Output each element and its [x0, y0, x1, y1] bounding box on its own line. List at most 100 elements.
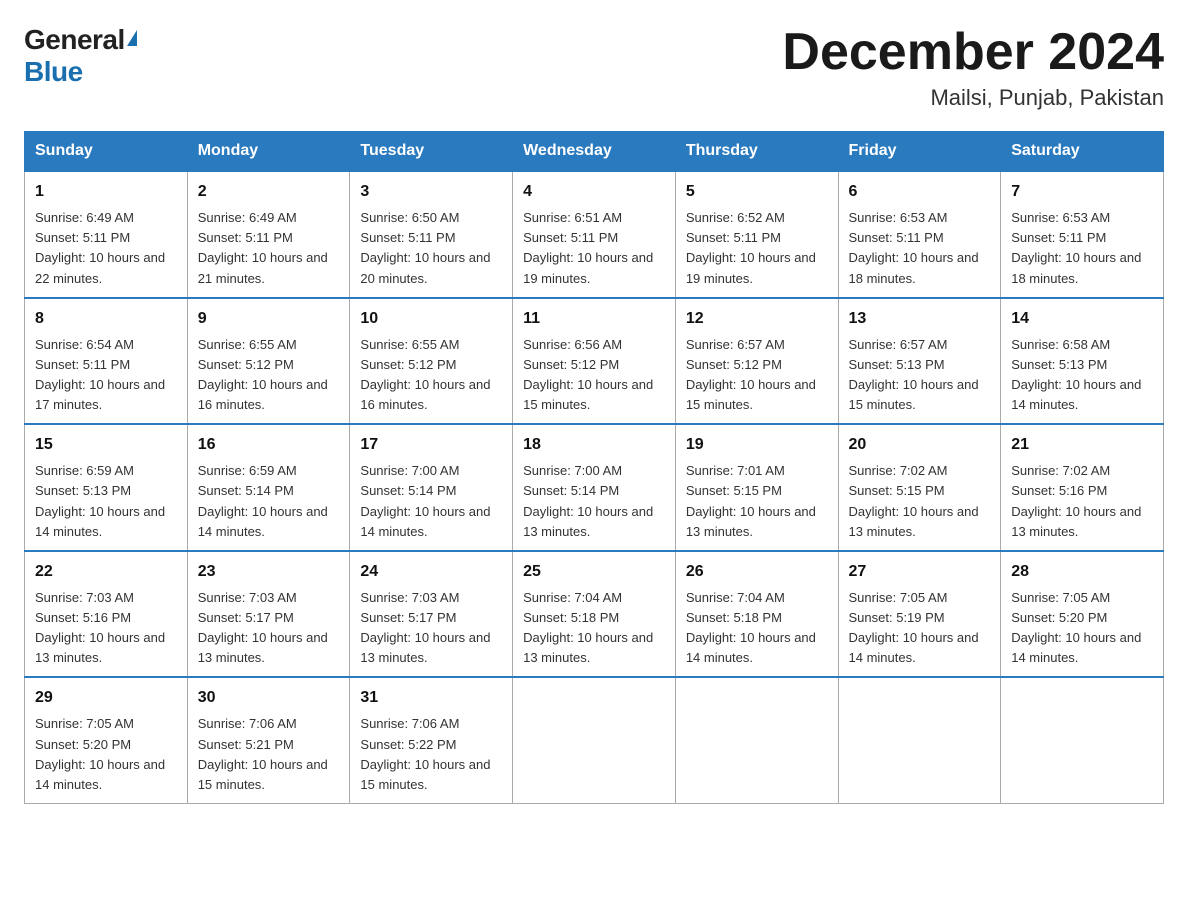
calendar-cell: 1 Sunrise: 6:49 AMSunset: 5:11 PMDaylight…	[25, 171, 188, 298]
day-info: Sunrise: 7:05 AMSunset: 5:19 PMDaylight:…	[849, 588, 991, 669]
day-info: Sunrise: 6:55 AMSunset: 5:12 PMDaylight:…	[198, 335, 340, 416]
calendar-cell: 12Sunrise: 6:57 AMSunset: 5:12 PMDayligh…	[675, 298, 838, 425]
day-number: 15	[35, 433, 177, 457]
calendar-cell: 21 Sunrise: 7:02 AMSunset: 5:16 PMDayligh…	[1001, 424, 1164, 551]
logo-blue-text: Blue	[24, 56, 83, 87]
day-number: 7	[1011, 180, 1153, 204]
calendar-header-wednesday: Wednesday	[513, 132, 676, 172]
day-info: Sunrise: 6:52 AMSunset: 5:11 PMDaylight:…	[686, 208, 828, 289]
day-info: Sunrise: 6:58 AMSunset: 5:13 PMDaylight:…	[1011, 335, 1153, 416]
day-info: Sunrise: 6:51 AMSunset: 5:11 PMDaylight:…	[523, 208, 665, 289]
calendar-header-saturday: Saturday	[1001, 132, 1164, 172]
calendar-cell: 25 Sunrise: 7:04 AMSunset: 5:18 PMDayligh…	[513, 551, 676, 678]
calendar-cell: 24 Sunrise: 7:03 AMSunset: 5:17 PMDayligh…	[350, 551, 513, 678]
day-number: 3	[360, 180, 502, 204]
day-info: Sunrise: 7:02 AMSunset: 5:16 PMDaylight:…	[1011, 461, 1153, 542]
calendar-cell: 11Sunrise: 6:56 AMSunset: 5:12 PMDayligh…	[513, 298, 676, 425]
day-number: 8	[35, 307, 177, 331]
day-number: 1	[35, 180, 177, 204]
location-subtitle: Mailsi, Punjab, Pakistan	[782, 85, 1164, 111]
day-info: Sunrise: 7:04 AMSunset: 5:18 PMDaylight:…	[523, 588, 665, 669]
title-block: December 2024 Mailsi, Punjab, Pakistan	[782, 24, 1164, 111]
day-number: 20	[849, 433, 991, 457]
day-number: 14	[1011, 307, 1153, 331]
calendar-cell: 16 Sunrise: 6:59 AMSunset: 5:14 PMDayligh…	[187, 424, 350, 551]
calendar-cell: 7 Sunrise: 6:53 AMSunset: 5:11 PMDaylight…	[1001, 171, 1164, 298]
day-number: 23	[198, 560, 340, 584]
day-info: Sunrise: 6:53 AMSunset: 5:11 PMDaylight:…	[1011, 208, 1153, 289]
day-number: 9	[198, 307, 340, 331]
day-number: 12	[686, 307, 828, 331]
day-info: Sunrise: 7:03 AMSunset: 5:17 PMDaylight:…	[198, 588, 340, 669]
calendar-cell	[838, 677, 1001, 803]
day-info: Sunrise: 7:00 AMSunset: 5:14 PMDaylight:…	[360, 461, 502, 542]
calendar-cell: 10Sunrise: 6:55 AMSunset: 5:12 PMDayligh…	[350, 298, 513, 425]
calendar-header-sunday: Sunday	[25, 132, 188, 172]
day-number: 4	[523, 180, 665, 204]
calendar-cell: 19Sunrise: 7:01 AMSunset: 5:15 PMDayligh…	[675, 424, 838, 551]
day-info: Sunrise: 7:06 AMSunset: 5:22 PMDaylight:…	[360, 714, 502, 795]
calendar-header-monday: Monday	[187, 132, 350, 172]
month-year-title: December 2024	[782, 24, 1164, 81]
day-info: Sunrise: 6:57 AMSunset: 5:13 PMDaylight:…	[849, 335, 991, 416]
calendar-header-row: SundayMondayTuesdayWednesdayThursdayFrid…	[25, 132, 1164, 172]
calendar-cell: 17 Sunrise: 7:00 AMSunset: 5:14 PMDayligh…	[350, 424, 513, 551]
day-info: Sunrise: 6:53 AMSunset: 5:11 PMDaylight:…	[849, 208, 991, 289]
day-info: Sunrise: 7:00 AMSunset: 5:14 PMDaylight:…	[523, 461, 665, 542]
day-number: 5	[686, 180, 828, 204]
calendar-cell: 5 Sunrise: 6:52 AMSunset: 5:11 PMDaylight…	[675, 171, 838, 298]
day-number: 2	[198, 180, 340, 204]
calendar-cell: 14 Sunrise: 6:58 AMSunset: 5:13 PMDayligh…	[1001, 298, 1164, 425]
calendar-cell: 31 Sunrise: 7:06 AMSunset: 5:22 PMDayligh…	[350, 677, 513, 803]
day-number: 6	[849, 180, 991, 204]
logo: General Blue	[24, 24, 137, 88]
calendar-week-4: 22 Sunrise: 7:03 AMSunset: 5:16 PMDayligh…	[25, 551, 1164, 678]
calendar-cell: 2 Sunrise: 6:49 AMSunset: 5:11 PMDaylight…	[187, 171, 350, 298]
day-info: Sunrise: 6:59 AMSunset: 5:14 PMDaylight:…	[198, 461, 340, 542]
calendar-cell: 4 Sunrise: 6:51 AMSunset: 5:11 PMDaylight…	[513, 171, 676, 298]
calendar-header-thursday: Thursday	[675, 132, 838, 172]
day-number: 31	[360, 686, 502, 710]
calendar-cell	[675, 677, 838, 803]
day-number: 22	[35, 560, 177, 584]
day-info: Sunrise: 6:49 AMSunset: 5:11 PMDaylight:…	[198, 208, 340, 289]
day-number: 17	[360, 433, 502, 457]
day-info: Sunrise: 7:01 AMSunset: 5:15 PMDaylight:…	[686, 461, 828, 542]
day-info: Sunrise: 6:49 AMSunset: 5:11 PMDaylight:…	[35, 208, 177, 289]
day-number: 21	[1011, 433, 1153, 457]
day-info: Sunrise: 6:55 AMSunset: 5:12 PMDaylight:…	[360, 335, 502, 416]
calendar-cell: 6 Sunrise: 6:53 AMSunset: 5:11 PMDaylight…	[838, 171, 1001, 298]
calendar-cell: 23 Sunrise: 7:03 AMSunset: 5:17 PMDayligh…	[187, 551, 350, 678]
day-number: 25	[523, 560, 665, 584]
day-info: Sunrise: 6:50 AMSunset: 5:11 PMDaylight:…	[360, 208, 502, 289]
day-info: Sunrise: 7:02 AMSunset: 5:15 PMDaylight:…	[849, 461, 991, 542]
logo-triangle-icon	[127, 30, 137, 46]
calendar-cell	[513, 677, 676, 803]
calendar-cell: 20 Sunrise: 7:02 AMSunset: 5:15 PMDayligh…	[838, 424, 1001, 551]
day-number: 13	[849, 307, 991, 331]
day-number: 11	[523, 307, 665, 331]
day-number: 24	[360, 560, 502, 584]
day-number: 28	[1011, 560, 1153, 584]
day-info: Sunrise: 7:05 AMSunset: 5:20 PMDaylight:…	[35, 714, 177, 795]
calendar-cell: 22 Sunrise: 7:03 AMSunset: 5:16 PMDayligh…	[25, 551, 188, 678]
calendar-header-tuesday: Tuesday	[350, 132, 513, 172]
calendar-week-5: 29 Sunrise: 7:05 AMSunset: 5:20 PMDayligh…	[25, 677, 1164, 803]
day-number: 29	[35, 686, 177, 710]
day-info: Sunrise: 7:03 AMSunset: 5:16 PMDaylight:…	[35, 588, 177, 669]
day-number: 16	[198, 433, 340, 457]
calendar-cell: 26Sunrise: 7:04 AMSunset: 5:18 PMDayligh…	[675, 551, 838, 678]
day-info: Sunrise: 6:54 AMSunset: 5:11 PMDaylight:…	[35, 335, 177, 416]
day-info: Sunrise: 7:03 AMSunset: 5:17 PMDaylight:…	[360, 588, 502, 669]
logo-general-text: General	[24, 24, 125, 56]
day-info: Sunrise: 7:06 AMSunset: 5:21 PMDaylight:…	[198, 714, 340, 795]
calendar-cell: 28Sunrise: 7:05 AMSunset: 5:20 PMDayligh…	[1001, 551, 1164, 678]
calendar-week-1: 1 Sunrise: 6:49 AMSunset: 5:11 PMDaylight…	[25, 171, 1164, 298]
day-number: 26	[686, 560, 828, 584]
calendar-cell: 27Sunrise: 7:05 AMSunset: 5:19 PMDayligh…	[838, 551, 1001, 678]
calendar-header-friday: Friday	[838, 132, 1001, 172]
calendar-table: SundayMondayTuesdayWednesdayThursdayFrid…	[24, 131, 1164, 804]
day-info: Sunrise: 6:59 AMSunset: 5:13 PMDaylight:…	[35, 461, 177, 542]
calendar-cell: 29 Sunrise: 7:05 AMSunset: 5:20 PMDayligh…	[25, 677, 188, 803]
page-header: General Blue December 2024 Mailsi, Punja…	[24, 24, 1164, 111]
